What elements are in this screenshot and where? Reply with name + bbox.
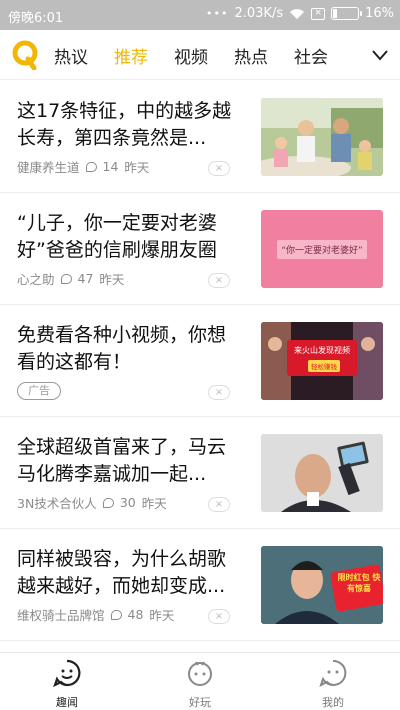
wifi-icon bbox=[290, 8, 305, 19]
tab-society[interactable]: 社会 bbox=[294, 43, 328, 68]
ad-cta: 轻松赚钱 bbox=[308, 360, 340, 372]
article-time: 昨天 bbox=[99, 272, 125, 287]
gamepad-icon bbox=[188, 661, 212, 686]
list-item[interactable]: “儿子，你一定要对老婆好”爸爸的信刷爆朋友圈 心之助 47 昨天 × “你一定要… bbox=[0, 193, 400, 305]
thumbnail-caption: “你一定要对老婆好” bbox=[277, 239, 367, 259]
nav-fun-news[interactable]: 趣闻 bbox=[27, 659, 107, 710]
article-meta: 心之助 47 昨天 bbox=[17, 269, 124, 288]
ad-caption: 来火山发现视频 bbox=[294, 346, 350, 355]
comment-icon bbox=[102, 497, 114, 508]
nav-label: 好玩 bbox=[189, 696, 211, 709]
article-meta: 健康养生道 14 昨天 bbox=[17, 157, 149, 176]
article-meta: 维权骑士品牌馆 48 昨天 bbox=[17, 605, 174, 624]
list-item[interactable]: 免费看各种小视频，你想看的这都有！ 广告 × 来火山发现视频 轻松赚钱 bbox=[0, 305, 400, 417]
sim-off-icon: × bbox=[311, 7, 326, 20]
article-title[interactable]: 同样被毁容，为什么胡歌越来越好，而她却变成... bbox=[17, 546, 242, 600]
comment-count: 47 bbox=[77, 271, 94, 286]
comment-count: 30 bbox=[119, 495, 136, 510]
app-logo-icon[interactable] bbox=[12, 40, 38, 70]
article-meta: 广告 bbox=[17, 382, 61, 400]
network-speed: 2.03K/s bbox=[234, 6, 284, 21]
article-title[interactable]: 免费看各种小视频，你想看的这都有！ bbox=[17, 322, 242, 376]
smiley-chat-icon bbox=[53, 659, 81, 688]
list-item[interactable]: 全球超级首富来了，马云马化腾李嘉诚加一起... 3N技术合伙人 30 昨天 × bbox=[0, 417, 400, 529]
news-feed: 这17条特征，中的越多越长寿，第四条竟然是... 健康养生道 14 昨天 × “… bbox=[0, 81, 400, 641]
comment-icon bbox=[60, 273, 72, 284]
comment-icon bbox=[110, 609, 122, 620]
article-thumbnail[interactable] bbox=[261, 434, 383, 512]
tab-hot-discussion[interactable]: 热议 bbox=[54, 43, 88, 68]
bottom-navigation: 趣闻 好玩 我的 bbox=[0, 652, 400, 710]
channel-tab-bar: 热议 推荐 视频 热点 社会 bbox=[0, 30, 400, 80]
status-bar: 傍晚6:01 ••• 2.03K/s × 16% bbox=[0, 0, 400, 30]
nav-label: 趣闻 bbox=[56, 696, 78, 709]
comment-count: 48 bbox=[127, 607, 144, 622]
dismiss-button[interactable]: × bbox=[208, 497, 230, 512]
article-time: 昨天 bbox=[149, 608, 175, 623]
article-title[interactable]: 全球超级首富来了，马云马化腾李嘉诚加一起... bbox=[17, 434, 242, 488]
article-thumbnail[interactable] bbox=[261, 98, 383, 176]
nav-fun-play[interactable]: 好玩 bbox=[160, 659, 240, 710]
article-meta: 3N技术合伙人 30 昨天 bbox=[17, 493, 167, 512]
channel-tabs: 热议 推荐 视频 热点 社会 bbox=[54, 30, 354, 80]
list-item[interactable]: 这17条特征，中的越多越长寿，第四条竟然是... 健康养生道 14 昨天 × bbox=[0, 81, 400, 193]
dismiss-button[interactable]: × bbox=[208, 273, 230, 288]
red-envelope-text: 限时红包 快有惊喜 bbox=[337, 573, 381, 593]
nav-mine[interactable]: 我的 bbox=[293, 659, 373, 710]
dismiss-button[interactable]: × bbox=[208, 161, 230, 176]
article-source: 维权骑士品牌馆 bbox=[17, 608, 105, 623]
dismiss-button[interactable]: × bbox=[208, 385, 230, 400]
article-title[interactable]: “儿子，你一定要对老婆好”爸爸的信刷爆朋友圈 bbox=[17, 210, 242, 264]
nav-label: 我的 bbox=[322, 696, 344, 709]
battery-icon bbox=[331, 7, 363, 20]
article-source: 心之助 bbox=[17, 272, 55, 287]
dismiss-button[interactable]: × bbox=[208, 609, 230, 624]
article-title[interactable]: 这17条特征，中的越多越长寿，第四条竟然是... bbox=[17, 98, 242, 152]
chevron-down-icon[interactable] bbox=[372, 47, 388, 63]
status-icons: ••• 2.03K/s × 16% bbox=[206, 6, 394, 21]
profile-face-icon bbox=[319, 659, 347, 687]
tab-recommend[interactable]: 推荐 bbox=[114, 43, 148, 68]
comment-count: 14 bbox=[102, 159, 119, 174]
ad-thumbnail[interactable]: 来火山发现视频 轻松赚钱 bbox=[261, 322, 383, 400]
article-time: 昨天 bbox=[141, 496, 167, 511]
article-thumbnail[interactable]: 限时红包 快有惊喜 bbox=[261, 546, 383, 624]
status-dots: ••• bbox=[206, 7, 229, 20]
status-time: 傍晚6:01 bbox=[8, 11, 64, 26]
article-source: 3N技术合伙人 bbox=[17, 496, 97, 511]
article-time: 昨天 bbox=[124, 160, 150, 175]
tab-trending[interactable]: 热点 bbox=[234, 43, 268, 68]
article-source: 健康养生道 bbox=[17, 160, 80, 175]
comment-icon bbox=[85, 161, 97, 172]
battery-percent: 16% bbox=[365, 6, 394, 21]
tab-video[interactable]: 视频 bbox=[174, 43, 208, 68]
list-item[interactable]: 同样被毁容，为什么胡歌越来越好，而她却变成... 维权骑士品牌馆 48 昨天 ×… bbox=[0, 529, 400, 641]
article-thumbnail[interactable]: “你一定要对老婆好” bbox=[261, 210, 383, 288]
ad-badge: 广告 bbox=[17, 382, 61, 400]
